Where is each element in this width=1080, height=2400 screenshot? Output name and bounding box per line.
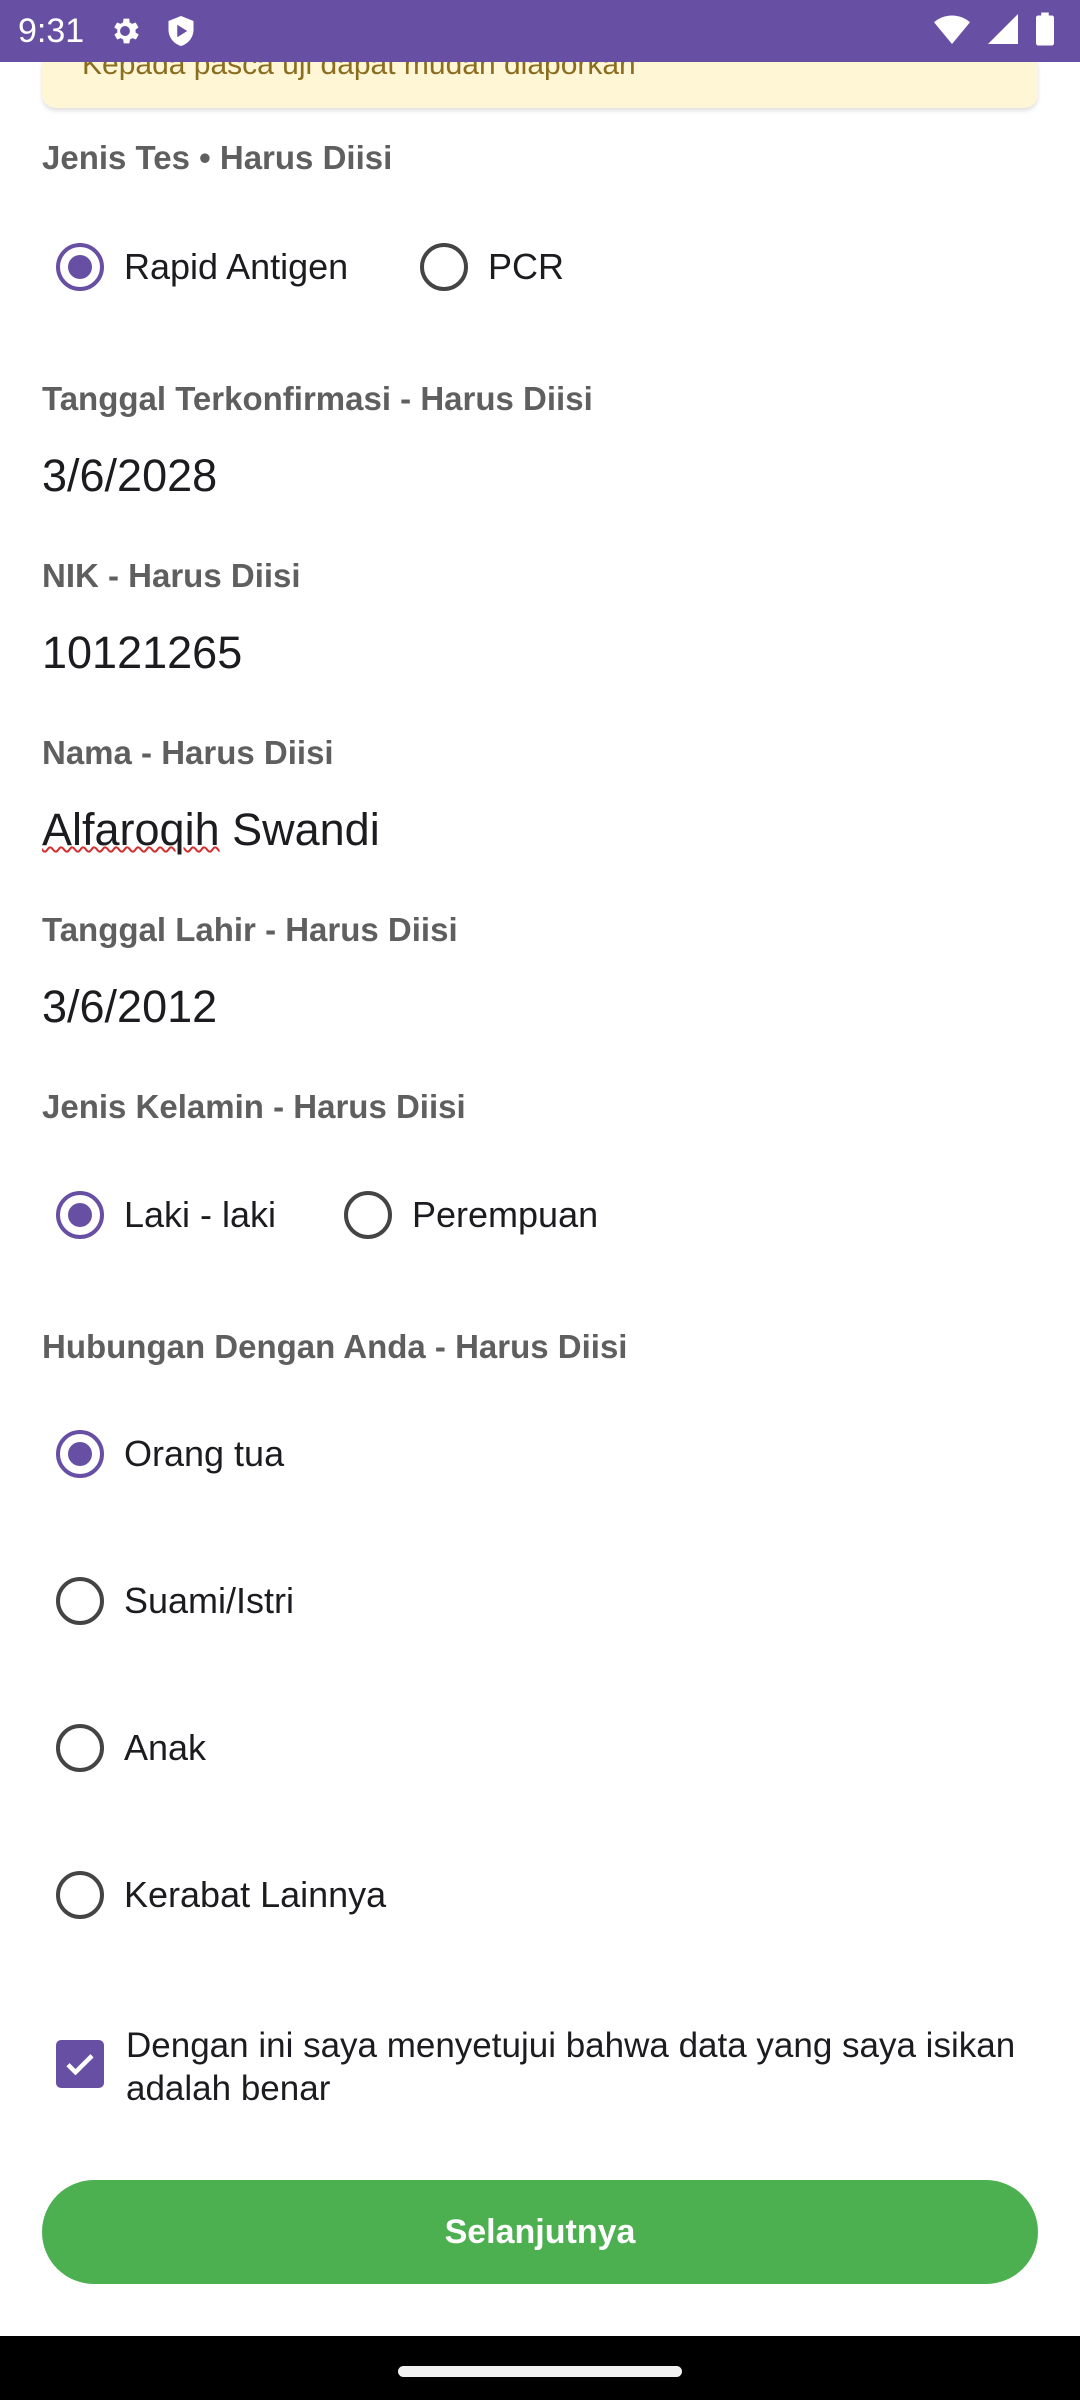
radio-other-relative[interactable]: Kerabat Lainnya: [56, 1860, 386, 1930]
radio-selected-icon: [56, 1191, 104, 1239]
status-bar: 9:31: [0, 0, 1080, 62]
signal-icon: [988, 13, 1018, 49]
nik-label: NIK - Harus Diisi: [42, 557, 301, 594]
home-handle[interactable]: [398, 2366, 682, 2377]
radio-selected-icon: [56, 1430, 104, 1478]
radio-unselected-icon: [344, 1191, 392, 1239]
name-field[interactable]: Alfaroqih Swandi: [42, 804, 380, 856]
radio-label: Suami/Istri: [124, 1580, 295, 1621]
relation-label: Hubungan Dengan Anda - Harus Diisi: [42, 1328, 628, 1365]
radio-unselected-icon: [420, 243, 468, 291]
radio-label: Perempuan: [412, 1194, 599, 1235]
radio-spouse[interactable]: Suami/Istri: [56, 1566, 294, 1636]
radio-child[interactable]: Anak: [56, 1713, 206, 1783]
info-banner: Kepada pasca uji dapat mudah diaporkan: [42, 62, 1038, 108]
radio-parent[interactable]: Orang tua: [56, 1419, 284, 1489]
shield-icon: [166, 14, 196, 48]
banner-text: Kepada pasca uji dapat mudah diaporkan: [82, 62, 636, 81]
birth-date-field[interactable]: 3/6/2012: [42, 981, 217, 1033]
radio-label: Rapid Antigen: [124, 246, 349, 287]
radio-selected-icon: [56, 243, 104, 291]
birth-date-label: Tanggal Lahir - Harus Diisi: [42, 911, 458, 948]
agreement-text: Dengan ini saya menyetujui bahwa data ya…: [126, 2026, 1016, 2108]
confirmed-date-label: Tanggal Terkonfirmasi - Harus Diisi: [42, 380, 593, 417]
name-first: Alfaroqih: [42, 804, 220, 855]
name-label: Nama - Harus Diisi: [42, 734, 334, 771]
wifi-icon: [934, 14, 970, 49]
status-time: 9:31: [18, 11, 85, 50]
radio-label: Anak: [124, 1727, 207, 1768]
battery-icon: [1036, 12, 1054, 51]
radio-label: PCR: [488, 246, 565, 287]
radio-label: Orang tua: [124, 1433, 285, 1474]
name-last: Swandi: [219, 804, 380, 855]
radio-unselected-icon: [56, 1577, 104, 1625]
checkbox-checked-icon[interactable]: [56, 2040, 104, 2088]
confirmed-date-field[interactable]: 3/6/2028: [42, 450, 217, 502]
radio-pcr[interactable]: PCR: [420, 232, 564, 302]
radio-rapid-antigen[interactable]: Rapid Antigen: [56, 232, 348, 302]
next-button[interactable]: Selanjutnya: [42, 2180, 1038, 2284]
radio-unselected-icon: [56, 1871, 104, 1919]
radio-male[interactable]: Laki - laki: [56, 1180, 276, 1250]
nik-field[interactable]: 10121265: [42, 627, 242, 679]
test-type-label: Jenis Tes • Harus Diisi: [42, 139, 393, 176]
navigation-bar: [0, 2336, 1080, 2400]
agreement-row[interactable]: Dengan ini saya menyetujui bahwa data ya…: [56, 2024, 1016, 2110]
gear-icon: [108, 14, 142, 48]
radio-unselected-icon: [56, 1724, 104, 1772]
radio-label: Kerabat Lainnya: [124, 1874, 387, 1915]
radio-female[interactable]: Perempuan: [344, 1180, 598, 1250]
gender-label: Jenis Kelamin - Harus Diisi: [42, 1088, 466, 1125]
radio-label: Laki - laki: [124, 1194, 277, 1235]
